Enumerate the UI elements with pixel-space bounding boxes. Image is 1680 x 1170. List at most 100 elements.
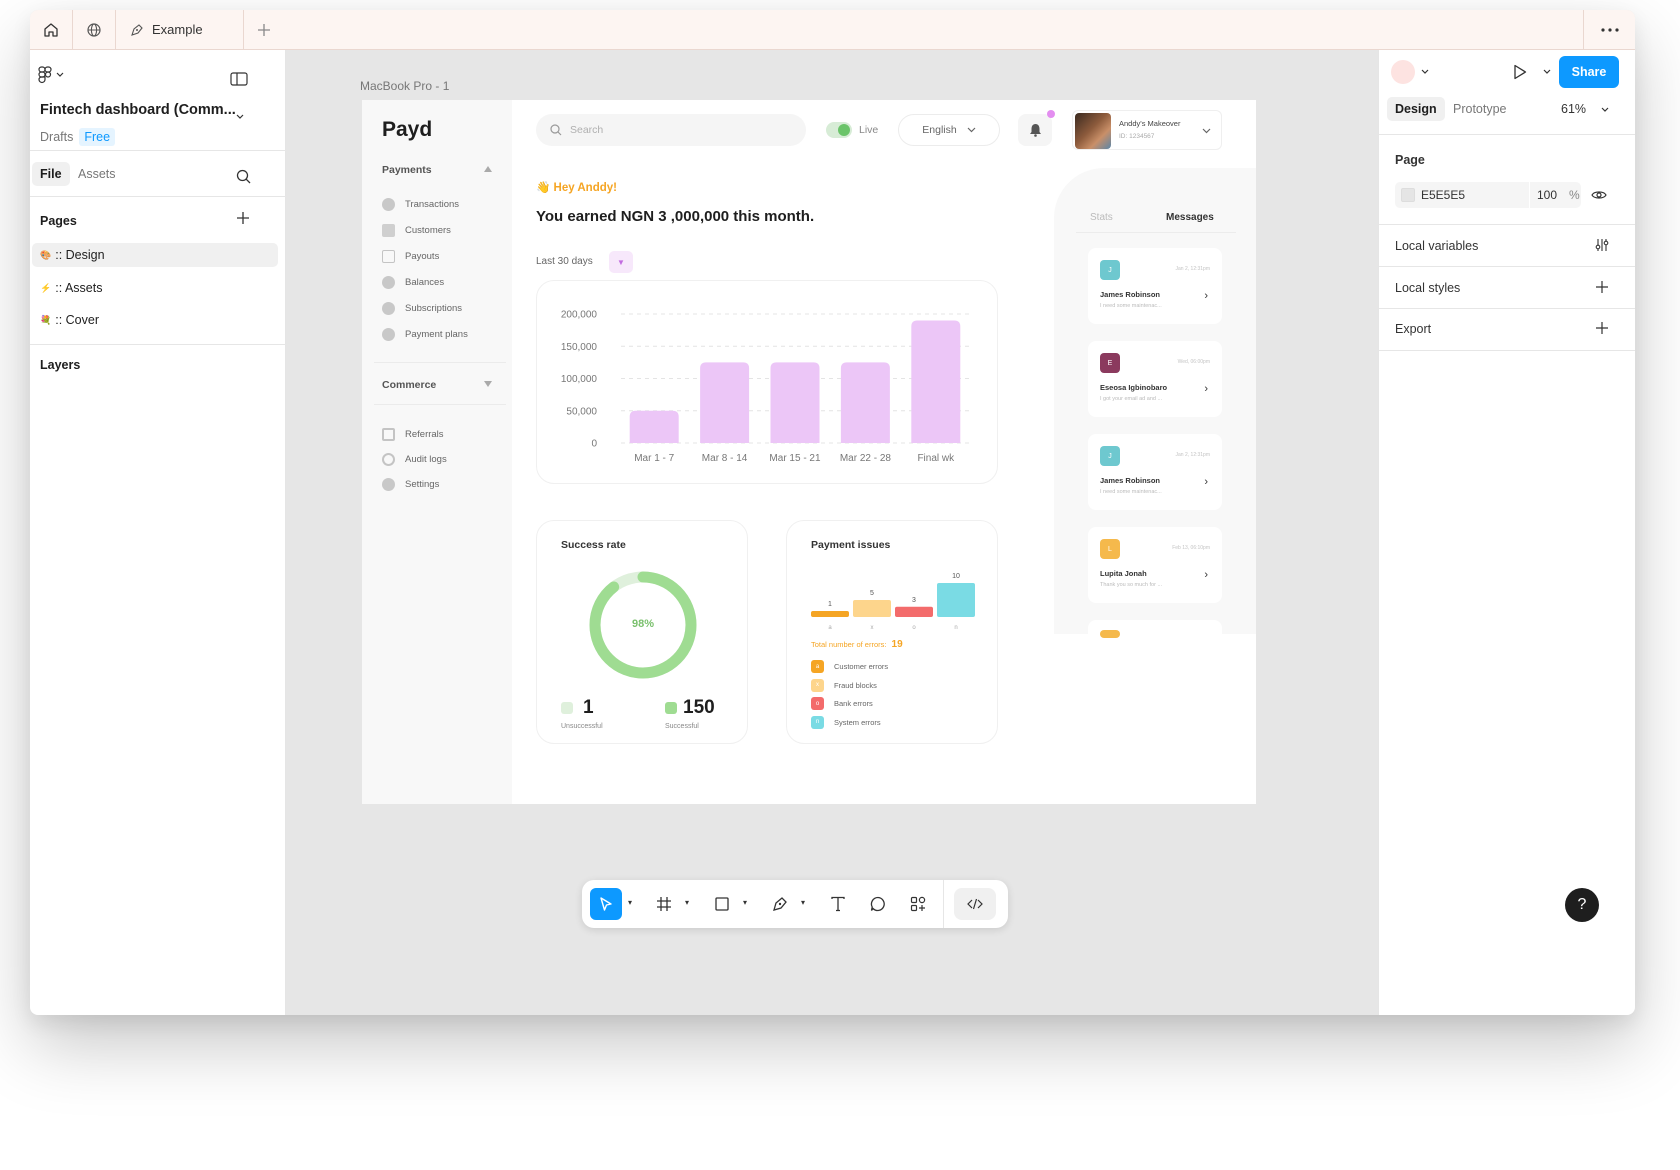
page-item-cover[interactable]: 💐 :: Cover [32,308,278,332]
pen-icon [131,23,143,36]
page-item-design[interactable]: 🎨 :: Design [32,243,278,267]
figma-window: Example Fintech dashboard (Comm... Draft… [30,10,1635,1015]
plus-icon [237,212,249,224]
avatar[interactable] [1391,60,1415,84]
nav-label: Balances [405,277,445,288]
page-opacity-value[interactable]: 100 [1537,188,1557,202]
search-layers-button[interactable] [236,169,251,189]
message-preview: I got your email ad and ... [1100,396,1163,402]
page-item-assets[interactable]: ⚡ :: Assets [32,276,278,300]
message-date: Wed, 06:00pm [1177,359,1210,365]
local-styles-label[interactable]: Local styles [1395,281,1460,295]
home-icon [44,22,58,37]
tab-messages[interactable]: Messages [1166,212,1214,223]
tab-stats[interactable]: Stats [1090,212,1113,223]
community-button[interactable] [73,10,116,50]
chevron-down-icon[interactable]: ▾ [628,898,632,907]
page-color-value[interactable]: E5E5E5 [1421,188,1465,202]
profile-menu[interactable]: Anddy's Makeover ID: 1234567 [1072,110,1222,150]
export-label[interactable]: Export [1395,322,1431,336]
sidebar-icon [230,72,248,86]
move-tool[interactable] [590,888,622,920]
caret-up-icon [484,166,492,172]
nav-referrals[interactable]: Referrals [382,428,444,441]
comment-tool[interactable] [862,888,894,920]
file-tab[interactable]: Example [116,10,244,50]
nav-customers[interactable]: Customers [382,224,451,237]
nav-transactions[interactable]: Transactions [382,198,459,211]
tab-prototype[interactable]: Prototype [1445,97,1515,121]
nav-payment-plans[interactable]: Payment plans [382,328,468,341]
period-dropdown[interactable]: ▼ [609,251,633,273]
frame-tool[interactable] [648,888,680,920]
divider [1379,266,1635,267]
new-tab-button[interactable] [244,10,284,50]
local-variables-label[interactable]: Local variables [1395,239,1478,253]
frame-label[interactable]: MacBook Pro - 1 [360,79,449,93]
message-date: Jan 2, 12:31pm [1175,266,1210,272]
message-item[interactable]: E Wed, 06:00pm Eseosa Igbinobaro I got y… [1088,341,1222,417]
data-label: 1 [828,601,832,608]
nav-subscriptions[interactable]: Subscriptions [382,302,462,315]
commerce-section[interactable]: Commerce [382,379,436,391]
add-page-button[interactable] [236,211,250,230]
notifications-button[interactable] [1018,114,1052,146]
live-toggle[interactable] [826,122,852,138]
zoom-level[interactable]: 61% [1561,102,1586,116]
plan-badge[interactable]: Free [79,128,116,146]
x-tick-label: a [828,625,832,631]
file-name[interactable]: Fintech dashboard (Comm... [40,102,236,118]
share-button[interactable]: Share [1559,56,1619,88]
x-tick-label: x [871,625,874,631]
nav-audit-logs[interactable]: Audit logs [382,453,447,466]
tab-assets[interactable]: Assets [70,162,124,186]
toggle-sidebar-button[interactable] [230,72,248,91]
payments-section[interactable]: Payments [382,164,432,176]
search-icon [550,124,562,136]
greeting-text: Hey Anddy! [553,182,617,194]
message-item[interactable] [1088,620,1222,650]
add-export-button[interactable] [1595,321,1609,340]
pen-tool[interactable] [764,888,796,920]
tab-design[interactable]: Design [1387,97,1445,121]
unsuccessful-swatch [561,702,573,714]
nav-settings[interactable]: Settings [382,478,439,491]
page-fill-field[interactable]: E5E5E5 100 % [1395,182,1581,208]
y-tick-label: 150,000 [561,342,598,353]
local-variables-button[interactable] [1595,238,1609,257]
payment-issues-bar-chart: 1 a 5 x 3 o 10 n [811,573,975,631]
subscriptions-icon [382,302,395,315]
x-tick-label: Final wk [917,453,955,464]
tab-file[interactable]: File [32,162,70,186]
message-item[interactable]: J Jan 2, 12:31pm James Robinson I need s… [1088,248,1222,324]
add-style-button[interactable] [1595,280,1609,299]
language-select[interactable]: English [898,114,1000,146]
nav-balances[interactable]: Balances [382,276,444,289]
main-menu-button[interactable] [38,66,64,84]
nav-payouts[interactable]: Payouts [382,250,439,263]
chevron-down-icon[interactable]: ▾ [743,898,747,907]
dashboard-frame[interactable]: Payd Payments Transactions Customers Pay… [362,100,1256,804]
layers-heading[interactable]: Layers [40,358,80,372]
color-swatch[interactable] [1401,188,1415,202]
toggle-visibility-button[interactable] [1591,188,1607,206]
help-button[interactable]: ? [1565,888,1599,922]
dashboard-search[interactable]: Search [536,114,806,146]
chevron-down-icon[interactable]: ▾ [685,898,689,907]
message-item[interactable]: J Jan 2, 12:31pm James Robinson I need s… [1088,434,1222,510]
data-label: 10 [952,573,960,580]
shape-tool[interactable] [706,888,738,920]
file-menu-button[interactable] [236,107,244,125]
drafts-link[interactable]: Drafts [40,130,73,144]
eye-icon [1591,191,1607,199]
more-options-button[interactable] [1583,10,1635,50]
home-button[interactable] [30,10,73,50]
chevron-down-icon[interactable]: ▾ [801,898,805,907]
present-button[interactable] [1513,64,1527,85]
text-tool[interactable] [822,888,854,920]
search-icon [236,169,251,184]
actions-tool[interactable] [902,888,934,920]
percent-sign: % [1569,188,1580,202]
message-item[interactable]: L Feb 13, 06:10pm Lupita Jonah Thank you… [1088,527,1222,603]
dev-mode-toggle[interactable] [954,888,996,920]
